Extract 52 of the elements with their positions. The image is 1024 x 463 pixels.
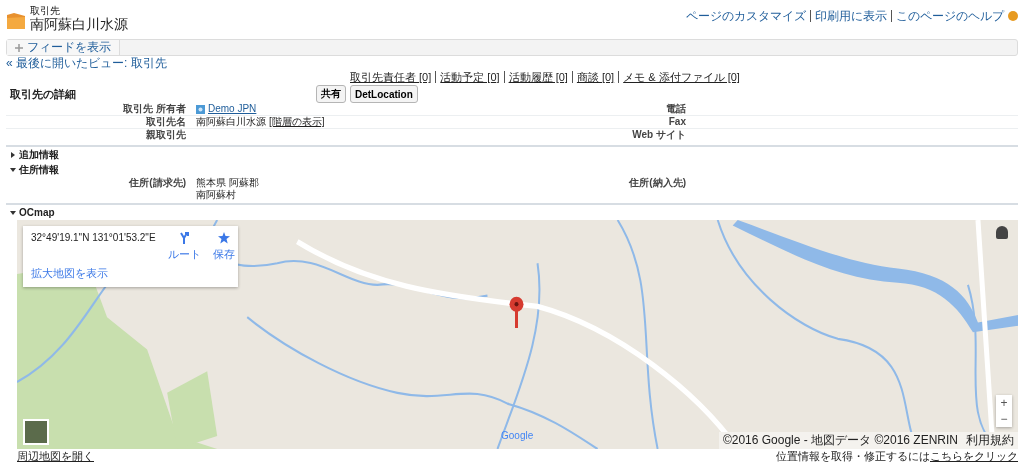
- field-label: 住所(納入先): [628, 177, 686, 190]
- header-link[interactable]: ページのカスタマイズ: [682, 10, 810, 22]
- field-label: Web サイト: [631, 129, 686, 141]
- field-label: 住所(請求先): [128, 177, 186, 190]
- hierarchy-link[interactable]: [階層の表示]: [269, 116, 325, 128]
- collapse-icon[interactable]: [10, 166, 16, 173]
- star-icon: [217, 232, 230, 244]
- map[interactable]: 32°49'19.1"N 131°01'53.2"E ルート 保存 拡大地図を表示 Google + − ©2016 Google - 地図データ ©2016 ZENRIN 利用規約: [17, 220, 1018, 449]
- field-label: 電話: [665, 103, 686, 115]
- larger-map-link[interactable]: 拡大地図を表示: [31, 266, 230, 281]
- expand-icon[interactable]: [10, 151, 16, 158]
- fork-arrow-icon: [178, 232, 191, 244]
- map-action-button[interactable]: ルート: [167, 232, 201, 262]
- section-title: 取引先の詳細: [9, 86, 77, 102]
- nearby-map-link[interactable]: 周辺地図を開く: [17, 450, 94, 463]
- section-title[interactable]: OCmap: [19, 207, 55, 218]
- field-value: 南阿蘇白川水源: [196, 116, 266, 128]
- coordinates: 32°49'19.1"N 131°01'53.2"E: [31, 232, 156, 243]
- related-list-link[interactable]: 商談 [0]: [571, 71, 619, 83]
- map-attribution: ©2016 Google - 地図データ ©2016 ZENRIN: [722, 432, 958, 449]
- satellite-thumbnail[interactable]: [23, 419, 49, 445]
- field-label: 親取引先: [145, 129, 186, 141]
- field-label: 取引先 所有者: [122, 103, 186, 115]
- related-list-link[interactable]: 活動履歴 [0]: [503, 71, 572, 83]
- plus-icon: [15, 43, 23, 52]
- map-action-button[interactable]: 保存: [212, 232, 235, 262]
- owner-link[interactable]: Demo JPN: [208, 103, 257, 115]
- action-button[interactable]: 共有: [316, 85, 346, 103]
- zoom-out-button[interactable]: −: [996, 411, 1012, 427]
- show-feed-button[interactable]: フィードを表示: [7, 40, 120, 55]
- location-link[interactable]: こちらをクリック: [930, 450, 1018, 462]
- user-icon: [196, 104, 205, 114]
- location-hint: 位置情報を取得・修正するには: [776, 450, 930, 462]
- related-list-link[interactable]: 活動予定 [0]: [435, 71, 504, 83]
- address-line: 南阿蘇村: [196, 189, 236, 201]
- folder-icon: [6, 12, 26, 30]
- header-link[interactable]: 印刷用に表示: [810, 10, 891, 22]
- field-label: 取引先名: [145, 116, 186, 128]
- field-label: Fax: [667, 116, 686, 128]
- section-title[interactable]: 追加情報: [19, 147, 59, 162]
- related-list-link[interactable]: 取引先責任者 [0]: [346, 71, 436, 83]
- address-line: 熊本県 阿蘇郡: [196, 177, 259, 189]
- section-title[interactable]: 住所情報: [19, 162, 59, 177]
- breadcrumb-link[interactable]: « 最後に開いたビュー: 取引先: [6, 57, 167, 70]
- object-type: 取引先: [30, 6, 61, 16]
- collapse-icon[interactable]: [10, 209, 16, 216]
- zoom-in-button[interactable]: +: [996, 395, 1012, 411]
- terms-link[interactable]: 利用規約: [966, 432, 1014, 449]
- record-title: 南阿蘇白川水源: [30, 16, 128, 32]
- action-button[interactable]: DetLocation: [350, 85, 418, 103]
- related-list-link[interactable]: メモ & 添付ファイル [0]: [618, 71, 744, 83]
- map-logo: Google: [501, 430, 534, 441]
